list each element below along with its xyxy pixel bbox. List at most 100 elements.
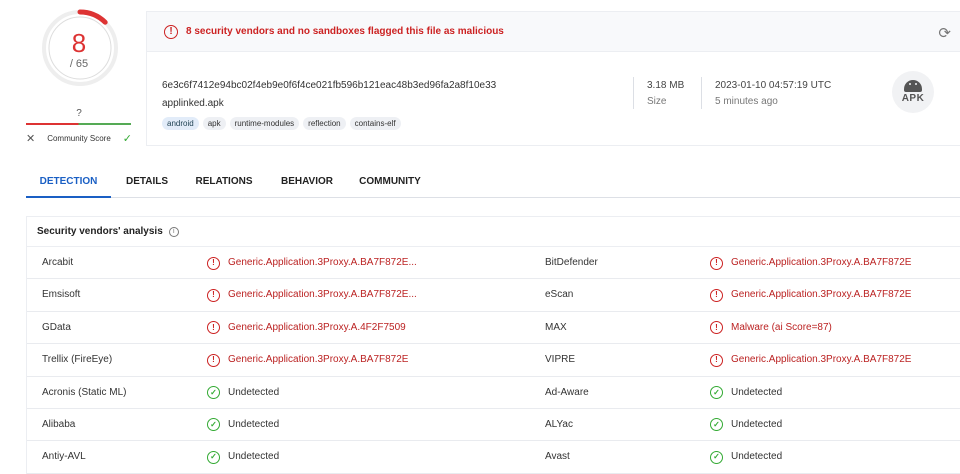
tag-android[interactable]: android: [162, 117, 199, 130]
vendor-result: ✓ Undetected: [207, 409, 279, 441]
table-row: Acronis (Static ML) ✓ Undetected Ad-Aware ✓ U…: [27, 377, 960, 409]
alert-circle-icon: !: [207, 288, 220, 302]
tab-behavior[interactable]: BEHAVIOR: [275, 168, 339, 198]
tab-details[interactable]: DETAILS: [119, 168, 175, 198]
vendor-result-text: Generic.Application.3Proxy.A.BA7F872E: [731, 354, 912, 366]
file-type-label: APK: [901, 93, 925, 104]
community-score-row: ✕ Community Score ✓: [26, 132, 132, 145]
community-score-label: Community Score: [47, 134, 111, 143]
vendor-result-text: Undetected: [731, 386, 783, 398]
vendors-analysis-title: Security vendors' analysis: [37, 226, 163, 237]
community-score-value: ?: [76, 108, 82, 119]
vote-down-icon[interactable]: ✕: [26, 132, 35, 145]
vendor-name[interactable]: eScan: [545, 279, 573, 311]
engine-total: / 65: [69, 58, 89, 70]
alert-circle-icon: !: [207, 256, 220, 270]
vendor-name[interactable]: ALYac: [545, 409, 573, 441]
vendor-result: ! Generic.Application.3Proxy.A.BA7F872E: [207, 344, 408, 376]
table-row: Arcabit! Generic.Application.3Proxy.A.BA7…: [27, 247, 960, 280]
vendor-name[interactable]: MAX: [545, 312, 567, 344]
alert-circle-icon: !: [207, 353, 220, 367]
vendor-result-text: Generic.Application.3Proxy.A.4F2F7509: [228, 321, 406, 333]
vendor-name[interactable]: Arcabit: [42, 247, 73, 279]
vendor-result-text: Undetected: [228, 386, 280, 398]
table-row: Emsisoft! Generic.Application.3Proxy.A.BA…: [27, 279, 960, 312]
check-circle-icon: ✓: [207, 450, 220, 464]
reanalyze-icon[interactable]: ⟳: [938, 24, 951, 42]
file-size-label: Size: [647, 96, 667, 107]
vendor-name[interactable]: VIPRE: [545, 344, 575, 376]
tag-contains-elf[interactable]: contains-elf: [349, 117, 401, 130]
vote-up-icon[interactable]: ✓: [123, 132, 132, 145]
tag-apk[interactable]: apk: [202, 117, 226, 130]
detection-count: 8: [71, 28, 87, 58]
vendor-result-text: Generic.Application.3Proxy.A.BA7F872E: [731, 289, 912, 301]
table-row: GData! Generic.Application.3Proxy.A.4F2F7…: [27, 312, 960, 345]
vendors-analysis-table: Security vendors' analysis i Arcabit! Gen…: [26, 216, 960, 474]
file-hash[interactable]: 6e3c6f7412e94bc02f4eb9e0f6f4ce021fb596b1…: [162, 80, 496, 91]
vendor-name[interactable]: Trellix (FireEye): [42, 344, 112, 376]
vendor-result-text: Undetected: [228, 451, 280, 463]
alert-circle-icon: !: [207, 321, 220, 335]
divider: [633, 77, 634, 109]
check-circle-icon: ✓: [710, 418, 723, 432]
vendors-analysis-header: Security vendors' analysis i: [27, 217, 960, 247]
alert-circle-icon: !: [710, 288, 723, 302]
vendor-result-text: Generic.Application.3Proxy.A.BA7F872E: [228, 354, 409, 366]
divider: [701, 77, 702, 109]
vendor-result-text: Undetected: [228, 418, 280, 430]
alert-circle-icon: !: [710, 256, 723, 270]
check-circle-icon: ✓: [710, 450, 723, 464]
vendor-result: ! Generic.Application.3Proxy.A.BA7F872E: [710, 247, 911, 279]
file-tags: android apk runtime-modules reflection c…: [162, 117, 401, 130]
vendor-result-text: Undetected: [731, 451, 783, 463]
check-circle-icon: ✓: [710, 386, 723, 400]
tab-detection[interactable]: DETECTION: [26, 168, 111, 198]
vendor-result-text: Generic.Application.3Proxy.A.BA7F872E...: [228, 257, 417, 268]
check-circle-icon: ✓: [207, 418, 220, 432]
vendor-name[interactable]: Alibaba: [42, 409, 75, 441]
vendor-result: ✓ Undetected: [710, 409, 782, 441]
tab-community[interactable]: COMMUNITY: [354, 168, 426, 198]
file-summary-panel: ! 8 security vendors and no sandboxes fl…: [146, 11, 960, 146]
vendor-name[interactable]: GData: [42, 312, 71, 344]
vendor-name[interactable]: Emsisoft: [42, 279, 80, 311]
community-score-bar: [26, 123, 131, 125]
analysis-date-relative: 5 minutes ago: [715, 96, 778, 107]
info-icon[interactable]: i: [168, 226, 179, 237]
file-type-badge: APK: [892, 71, 934, 113]
table-row: Antiy-AVL ✓ Undetected Avast ✓ Undetected: [27, 441, 960, 474]
vendor-result: ! Generic.Application.3Proxy.A.4F2F7509: [207, 312, 406, 344]
vendor-result-text: Generic.Application.3Proxy.A.BA7F872E...: [228, 289, 417, 301]
alert-circle-icon: !: [710, 353, 723, 367]
report-tabs: DETECTION DETAILS RELATIONS BEHAVIOR COM…: [26, 168, 960, 198]
vendor-name[interactable]: Avast: [545, 441, 570, 473]
vendor-result-text: Malware (ai Score=87): [731, 321, 832, 333]
vendor-result: ✓ Undetected: [207, 377, 279, 409]
vendor-name[interactable]: BitDefender: [545, 247, 598, 279]
vendor-result: ! Malware (ai Score=87): [710, 312, 832, 344]
table-row: Alibaba ✓ Undetected ALYac ✓ Undetected: [27, 409, 960, 442]
tag-runtime-modules[interactable]: runtime-modules: [229, 117, 300, 130]
analysis-date-value: 2023-01-10 04:57:19 UTC: [715, 80, 832, 91]
vendor-result: ! Generic.Application.3Proxy.A.BA7F872E: [710, 279, 911, 311]
table-row: Trellix (FireEye)! Generic.Application.3P…: [27, 344, 960, 377]
vendor-result: ! Generic.Application.3Proxy.A.BA7F872E..…: [207, 279, 417, 311]
tab-relations[interactable]: RELATIONS: [189, 168, 259, 198]
vendor-result: ✓ Undetected: [207, 441, 279, 473]
vendor-name[interactable]: Antiy-AVL: [42, 441, 86, 473]
detection-score-widget: 8 / 65 ? ✕ Community Score ✓: [26, 8, 132, 148]
vendor-name[interactable]: Ad-Aware: [545, 377, 589, 409]
malicious-alert-bar: ! 8 security vendors and no sandboxes fl…: [147, 12, 960, 52]
alert-circle-icon: !: [164, 24, 178, 39]
vendor-result: ✓ Undetected: [710, 377, 782, 409]
tag-reflection[interactable]: reflection: [303, 117, 346, 130]
vendor-result: ! Generic.Application.3Proxy.A.BA7F872E..…: [207, 247, 417, 279]
android-icon: [904, 80, 922, 92]
file-name: applinked.apk: [162, 98, 224, 109]
alert-circle-icon: !: [710, 321, 723, 335]
vendor-result-text: Generic.Application.3Proxy.A.BA7F872E: [731, 257, 912, 268]
vendor-name[interactable]: Acronis (Static ML): [42, 377, 126, 409]
check-circle-icon: ✓: [207, 386, 220, 400]
vendor-result: ✓ Undetected: [710, 441, 782, 473]
